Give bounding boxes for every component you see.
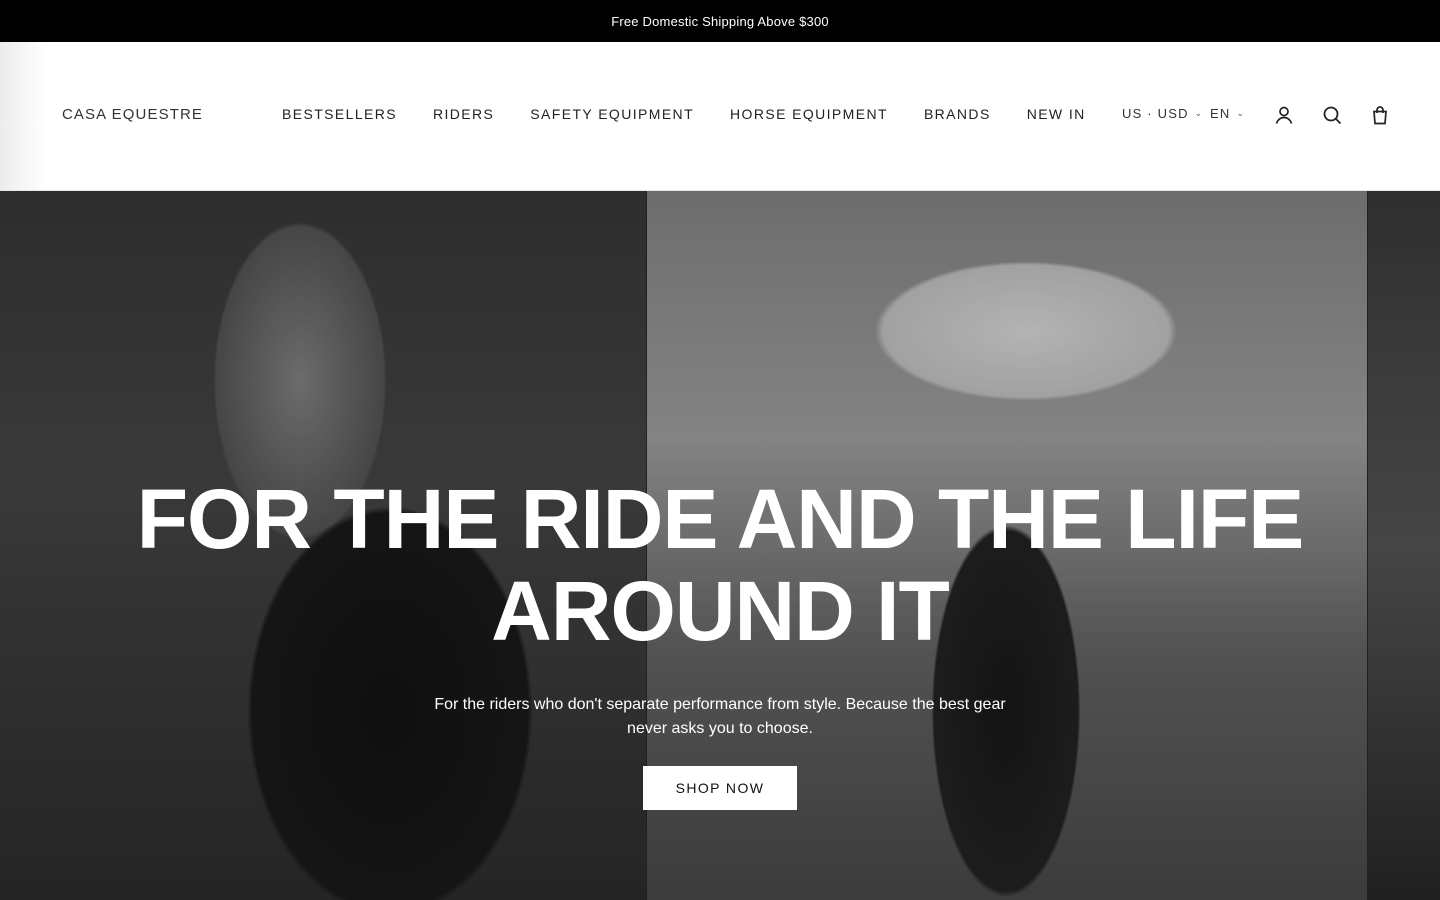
hero-title-line: FOR THE RIDE AND THE LIFE <box>136 472 1305 566</box>
announcement-text: Free Domestic Shipping Above $300 <box>611 13 829 29</box>
chevron-down-icon: ⌄ <box>1194 108 1204 118</box>
nav-item-new-in[interactable]: NEW IN <box>1027 106 1086 122</box>
nav-item-bestsellers[interactable]: BESTSELLERS <box>282 106 397 122</box>
announcement-bar: Free Domestic Shipping Above $300 <box>0 0 1440 42</box>
hero-title-line: AROUND IT <box>491 564 950 658</box>
site-logo[interactable]: CASA EQUESTRE <box>62 106 203 123</box>
hero-subtitle-line: never asks you to choose. <box>627 720 813 737</box>
hero-subtitle-line: For the riders who don't separate perfor… <box>434 696 1006 713</box>
nav-item-horse-equipment[interactable]: HORSE EQUIPMENT <box>730 106 888 122</box>
hero-banner: FOR THE RIDE AND THE LIFE AROUND IT For … <box>0 191 1440 900</box>
language-label: EN <box>1210 106 1231 121</box>
language-selector[interactable]: EN ⌄ <box>1210 106 1245 121</box>
currency-label: US · USD <box>1122 106 1189 121</box>
account-icon[interactable] <box>1273 104 1295 126</box>
search-icon[interactable] <box>1321 104 1343 126</box>
main-nav: BESTSELLERS RIDERS SAFETY EQUIPMENT HORS… <box>282 106 1086 122</box>
hero-title: FOR THE RIDE AND THE LIFE AROUND IT <box>0 473 1440 657</box>
nav-item-riders[interactable]: RIDERS <box>433 106 494 122</box>
chevron-down-icon: ⌄ <box>1236 108 1246 118</box>
currency-selector[interactable]: US · USD ⌄ <box>1122 106 1203 121</box>
cart-icon[interactable] <box>1369 104 1391 126</box>
shop-now-button[interactable]: SHOP NOW <box>643 766 797 810</box>
hero-subtitle: For the riders who don't separate perfor… <box>420 693 1020 741</box>
header-edge-shade <box>0 42 46 190</box>
site-header: CASA EQUESTRE BESTSELLERS RIDERS SAFETY … <box>0 42 1440 191</box>
nav-item-brands[interactable]: BRANDS <box>924 106 991 122</box>
nav-item-safety-equipment[interactable]: SAFETY EQUIPMENT <box>530 106 694 122</box>
